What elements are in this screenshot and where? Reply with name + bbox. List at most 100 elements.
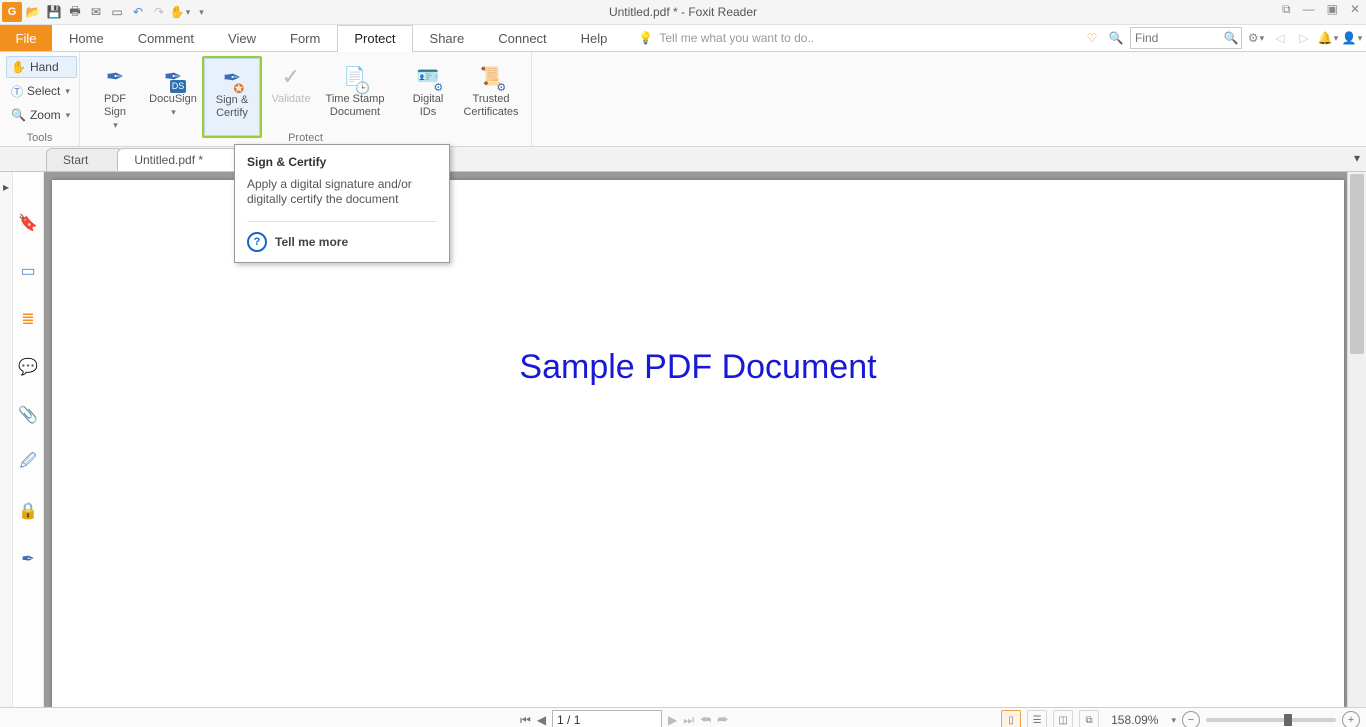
protect-group: ✒ PDF Sign ▾ ✒DS DocuSign ▾ ✒✪ Sign & Ce… [80, 52, 532, 146]
close-icon[interactable]: ✕ [1350, 2, 1360, 17]
sign-panel-icon[interactable]: ✒ [17, 548, 39, 570]
signatures-panel-icon[interactable]: 🖉 [17, 452, 39, 474]
pages-icon[interactable]: ▭ [17, 260, 39, 282]
prev-page-icon[interactable]: ◀ [537, 713, 546, 727]
zoom-value: 158.09% [1111, 713, 1158, 727]
document-tabs: Start Untitled.pdf * ▾ [0, 147, 1366, 172]
maximize-icon[interactable]: ▣ [1327, 2, 1338, 17]
tooltip-tell-me-more[interactable]: ? Tell me more [247, 221, 437, 252]
first-page-icon[interactable]: ⏮ [520, 713, 531, 727]
user-icon[interactable]: 👤▾ [1342, 28, 1362, 48]
page-number-value: 1 / 1 [557, 713, 580, 727]
ribbon-toggle-icon[interactable]: ⧉ [1282, 2, 1291, 17]
timestamp-icon: 📄🕒 [344, 61, 366, 91]
digital-ids-button[interactable]: 🪪⚙ Digital IDs [399, 56, 457, 136]
find-box[interactable]: 🔍 [1130, 27, 1242, 49]
find-input[interactable] [1131, 31, 1221, 45]
prev-view-icon[interactable]: ⮪ [700, 713, 711, 727]
validate-button: ✓ Validate [262, 56, 320, 136]
zoom-in-icon[interactable]: + [1342, 711, 1360, 727]
scrollbar-thumb[interactable] [1350, 174, 1364, 354]
sign-certify-button[interactable]: ✒✪ Sign & Certify [202, 56, 262, 138]
heart-icon[interactable]: ♡ [1082, 28, 1102, 48]
view-continuous-icon[interactable]: ☰ [1027, 710, 1047, 727]
comments-icon[interactable]: 💬 [17, 356, 39, 378]
zoom-icon: 🔍 [11, 108, 26, 122]
validate-label: Validate [272, 93, 311, 106]
tab-protect[interactable]: Protect [337, 25, 412, 51]
open-icon[interactable]: 📂 [23, 2, 43, 22]
redo-icon[interactable]: ↷ [149, 2, 169, 22]
select-tool[interactable]: ⓉSelect▾ [6, 80, 77, 102]
tab-view[interactable]: View [211, 25, 273, 51]
tab-help[interactable]: Help [564, 25, 625, 51]
zoom-slider-thumb[interactable] [1284, 714, 1292, 726]
attachments-icon[interactable]: 📎 [17, 404, 39, 426]
next-view-icon[interactable]: ⮫ [717, 713, 728, 727]
doc-tab-untitled[interactable]: Untitled.pdf * [117, 148, 238, 171]
sign-certify-tooltip: Sign & Certify Apply a digital signature… [234, 144, 450, 263]
bulb-icon: 💡 [638, 31, 653, 45]
security-icon[interactable]: 🔒 [17, 500, 39, 522]
zoom-tool[interactable]: 🔍Zoom▾ [6, 104, 77, 126]
print-icon[interactable]: 🖶 [65, 2, 85, 22]
view-facing-icon[interactable]: ◫ [1053, 710, 1073, 727]
left-collapse-handle[interactable]: ▸ [0, 172, 13, 707]
tab-connect[interactable]: Connect [481, 25, 563, 51]
docusign-button[interactable]: ✒DS DocuSign ▾ [144, 56, 202, 136]
trusted-certs-button[interactable]: 📜⚙ Trusted Certificates [457, 56, 525, 136]
save-icon[interactable]: 💾 [44, 2, 64, 22]
tab-comment[interactable]: Comment [121, 25, 211, 51]
zoom-slider[interactable] [1206, 718, 1336, 722]
hand-icon: ✋ [11, 60, 26, 74]
tab-form[interactable]: Form [273, 25, 337, 51]
select-icon: Ⓣ [11, 83, 23, 100]
status-bar: ⏮ ◀ 1 / 1 ▶ ⏭ ⮪ ⮫ ▯ ☰ ◫ ⧉ 158.09% ▾ − + [0, 707, 1366, 727]
help-icon: ? [247, 232, 267, 252]
minimize-icon[interactable]: — [1303, 2, 1315, 17]
file-menu[interactable]: File [0, 25, 52, 51]
zoom-out-icon[interactable]: − [1182, 711, 1200, 727]
vertical-scrollbar[interactable] [1347, 172, 1366, 707]
trusted-certs-icon: 📜⚙ [480, 61, 502, 91]
settings-gear-icon[interactable]: ⚙▾ [1246, 28, 1266, 48]
digital-ids-icon: 🪪⚙ [417, 61, 439, 91]
email-icon[interactable]: ✉ [86, 2, 106, 22]
zoom-tool-label: Zoom [30, 108, 61, 122]
last-page-icon[interactable]: ⏭ [683, 713, 694, 727]
tell-me-placeholder: Tell me what you want to do.. [659, 31, 814, 45]
tab-home[interactable]: Home [52, 25, 121, 51]
bookmarks-icon[interactable]: 🔖 [17, 212, 39, 234]
prev-result-icon[interactable]: ◁ [1270, 28, 1290, 48]
layers-icon[interactable]: ≣ [17, 308, 39, 330]
timestamp-button[interactable]: 📄🕒 Time Stamp Document [320, 56, 390, 136]
docusign-icon: ✒DS [164, 61, 182, 91]
select-tool-label: Select [27, 84, 60, 98]
navigation-panel: 🔖 ▭ ≣ 💬 📎 🖉 🔒 ✒ [13, 172, 44, 707]
tab-share[interactable]: Share [413, 25, 482, 51]
sign-certify-label: Sign & Certify [216, 94, 248, 120]
next-page-icon[interactable]: ▶ [668, 713, 677, 727]
pdf-sign-button[interactable]: ✒ PDF Sign ▾ [86, 56, 144, 136]
page-number-box[interactable]: 1 / 1 [552, 710, 662, 727]
tooltip-more-label: Tell me more [275, 235, 348, 249]
bell-icon[interactable]: 🔔▾ [1318, 28, 1338, 48]
search-doc-icon[interactable]: 🔍 [1106, 28, 1126, 48]
next-result-icon[interactable]: ▷ [1294, 28, 1314, 48]
tell-me-search[interactable]: 💡 Tell me what you want to do.. [638, 25, 814, 51]
qat-customize-icon[interactable]: ▾ [191, 2, 211, 22]
docusign-label: DocuSign [149, 93, 197, 106]
zoom-dropdown-icon[interactable]: ▾ [1171, 715, 1176, 726]
page-navigator: ⏮ ◀ 1 / 1 ▶ ⏭ ⮪ ⮫ [520, 710, 728, 727]
hand-tool[interactable]: ✋Hand [6, 56, 77, 78]
view-continuous-facing-icon[interactable]: ⧉ [1079, 710, 1099, 727]
snapshot-icon[interactable]: ▭ [107, 2, 127, 22]
view-single-icon[interactable]: ▯ [1001, 710, 1021, 727]
doc-tab-untitled-label: Untitled.pdf * [134, 153, 203, 167]
doc-tab-start[interactable]: Start [46, 148, 123, 171]
find-go-icon[interactable]: 🔍 [1221, 31, 1241, 45]
undo-icon[interactable]: ↶ [128, 2, 148, 22]
tabs-dropdown-icon[interactable]: ▾ [1354, 151, 1360, 165]
hand-qat-icon[interactable]: ✋▾ [170, 2, 190, 22]
app-icon[interactable]: G [2, 2, 22, 22]
